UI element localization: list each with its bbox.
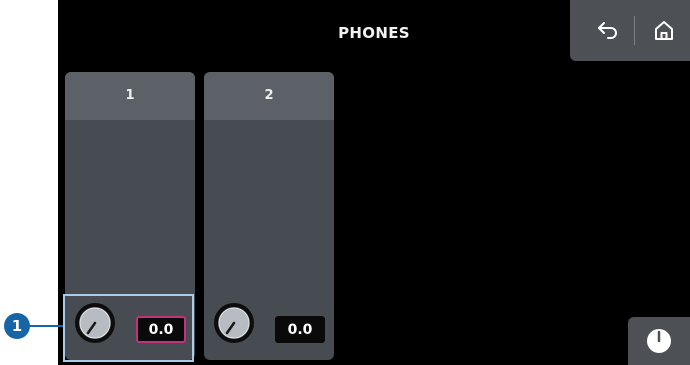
- nav-buttons: [570, 0, 690, 61]
- channel-label[interactable]: 2: [204, 72, 334, 120]
- home-icon: [655, 21, 673, 40]
- back-arrow-icon: [598, 22, 617, 39]
- channel-label[interactable]: 1: [65, 72, 195, 120]
- home-button[interactable]: [648, 14, 680, 46]
- back-button[interactable]: [592, 14, 624, 46]
- level-value[interactable]: 0.0: [136, 316, 186, 343]
- nav-divider: [634, 16, 635, 45]
- channel-strip-1: 1 0.0: [65, 72, 195, 360]
- level-value[interactable]: 0.0: [275, 316, 325, 343]
- level-knob[interactable]: [74, 302, 116, 344]
- callout-marker: 1: [4, 313, 30, 339]
- channel-strip-2: 2 0.0: [204, 72, 334, 360]
- meter-icon: [647, 329, 671, 353]
- phones-screen: PHONES 1 0.0 2 0.0: [58, 0, 690, 365]
- callout-leader-line: [29, 325, 63, 327]
- level-knob[interactable]: [213, 302, 255, 344]
- meter-button[interactable]: [628, 317, 690, 365]
